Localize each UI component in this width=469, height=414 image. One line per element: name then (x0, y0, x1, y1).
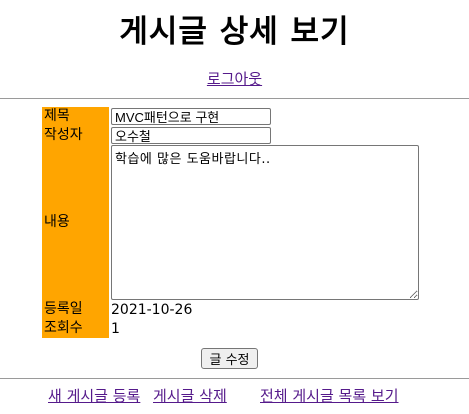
title-input[interactable] (111, 107, 271, 125)
logout-link[interactable]: 로그아웃 (207, 70, 262, 88)
content-label: 내용 (42, 145, 109, 300)
writer-row: 작성자 (42, 126, 419, 145)
views-label: 조회수 (42, 319, 109, 338)
content-textarea[interactable]: 학습에 많은 도움바랍니다.. (111, 145, 419, 300)
new-post-link[interactable]: 새 게시글 등록 (48, 386, 140, 406)
page-title: 게시글 상세 보기 (119, 14, 350, 50)
bottom-divider (0, 378, 469, 379)
post-list-link[interactable]: 전체 게시글 목록 보기 (260, 386, 399, 406)
content-row: 내용 학습에 많은 도움바랍니다.. (42, 145, 419, 300)
delete-post-link[interactable]: 게시글 삭제 (153, 386, 227, 406)
views-row: 조회수 1 (42, 319, 419, 338)
regdate-value: 2021-10-26 (111, 301, 193, 318)
writer-label: 작성자 (42, 126, 109, 145)
edit-post-button[interactable]: 글 수정 (201, 348, 258, 369)
title-label: 제목 (42, 107, 109, 126)
top-divider (0, 98, 469, 99)
title-row: 제목 (42, 107, 419, 126)
writer-input[interactable] (111, 126, 271, 144)
regdate-row: 등록일 2021-10-26 (42, 300, 419, 319)
logout-container: 로그아웃 (0, 69, 469, 89)
regdate-label: 등록일 (42, 300, 109, 319)
post-detail-table: 제목 작성자 내용 학습에 많은 도움바랍니다.. 등록일 2021-10-26… (42, 107, 419, 338)
views-value: 1 (111, 320, 120, 337)
